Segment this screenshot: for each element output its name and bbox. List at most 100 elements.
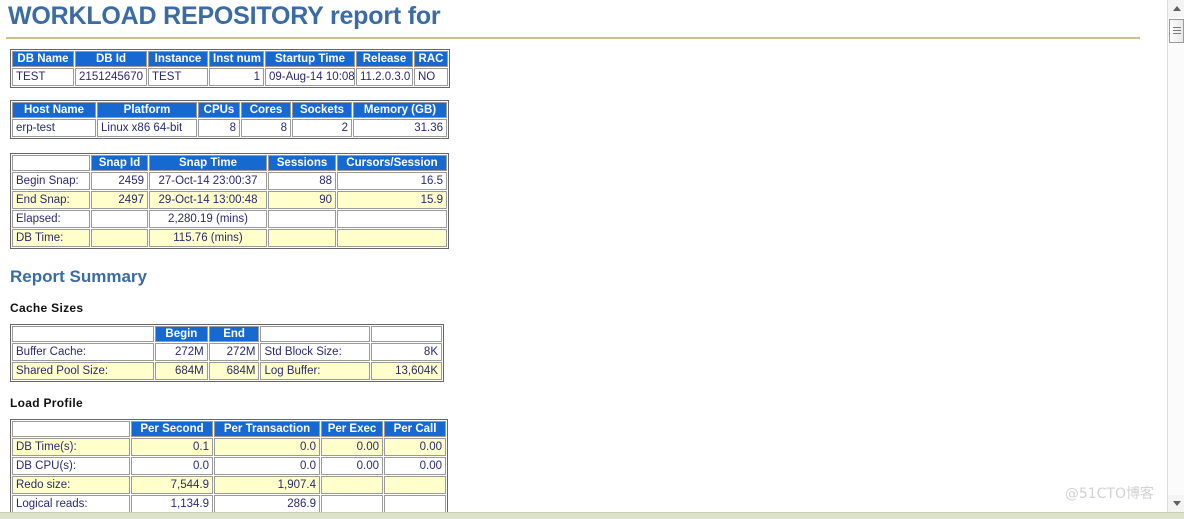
cell-inst-num: 1 bbox=[209, 68, 264, 86]
cell-startup-time: 09-Aug-14 10:08 bbox=[265, 68, 355, 86]
cell-redo-size-per-transaction: 1,907.4 bbox=[214, 476, 320, 494]
triangle-down-icon bbox=[1172, 501, 1181, 506]
table-row: DB Time(s): 0.1 0.0 0.00 0.00 bbox=[12, 438, 446, 456]
cell-db-times-label: DB Time(s): bbox=[12, 438, 130, 456]
col-platform: Platform bbox=[97, 102, 197, 118]
cell-end-cursors: 15.9 bbox=[337, 191, 447, 209]
cell-db-cpus-per-transaction: 0.0 bbox=[214, 457, 320, 475]
cell-shared-pool-label: Shared Pool Size: bbox=[12, 362, 154, 380]
cell-logical-reads-per-exec bbox=[321, 495, 383, 512]
cell-end-snap-label: End Snap: bbox=[12, 191, 90, 209]
col-release: Release bbox=[356, 51, 413, 67]
col-snap-time: Snap Time bbox=[149, 155, 267, 171]
table-header-row: Begin End bbox=[12, 326, 442, 342]
vertical-scrollbar[interactable] bbox=[1167, 0, 1184, 512]
cell-sockets: 2 bbox=[292, 119, 352, 137]
col-db-name: DB Name bbox=[12, 51, 74, 67]
load-profile-table: Per Second Per Transaction Per Exec Per … bbox=[10, 419, 448, 512]
table-row: DB CPU(s): 0.0 0.0 0.00 0.00 bbox=[12, 457, 446, 475]
col-per-transaction: Per Transaction bbox=[214, 421, 320, 437]
cell-db-times-per-transaction: 0.0 bbox=[214, 438, 320, 456]
table-row: Logical reads: 1,134.9 286.9 bbox=[12, 495, 446, 512]
cell-redo-size-label: Redo size: bbox=[12, 476, 130, 494]
cell-db-cpus-per-call: 0.00 bbox=[384, 457, 446, 475]
cell-elapsed-cursors bbox=[337, 210, 447, 228]
col-host-name: Host Name bbox=[12, 102, 96, 118]
cell-platform: Linux x86 64-bit bbox=[97, 119, 197, 137]
table-row: Elapsed: 2,280.19 (mins) bbox=[12, 210, 447, 228]
cell-log-buffer-label: Log Buffer: bbox=[260, 362, 370, 380]
cell-elapsed-label: Elapsed: bbox=[12, 210, 90, 228]
cell-buffer-cache-begin: 272M bbox=[155, 343, 208, 361]
cell-memory-gb: 31.36 bbox=[353, 119, 447, 137]
cache-sizes-table: Begin End Buffer Cache: 272M 272M Std Bl… bbox=[10, 324, 444, 382]
cell-end-snap-id: 2497 bbox=[91, 191, 148, 209]
cell-begin-snap-time: 27-Oct-14 23:00:37 bbox=[149, 172, 267, 190]
load-profile-heading: Load Profile bbox=[10, 396, 83, 410]
cell-rac: NO bbox=[414, 68, 448, 86]
scrollbar-track[interactable] bbox=[1168, 17, 1184, 495]
cache-sizes-heading: Cache Sizes bbox=[10, 301, 84, 315]
scroll-down-button[interactable] bbox=[1168, 495, 1184, 512]
cell-redo-size-per-second: 7,544.9 bbox=[131, 476, 213, 494]
col-inst-num: Inst num bbox=[209, 51, 264, 67]
cell-cpus: 8 bbox=[198, 119, 240, 137]
col-snap-id: Snap Id bbox=[91, 155, 148, 171]
col-cores: Cores bbox=[241, 102, 291, 118]
col-per-exec: Per Exec bbox=[321, 421, 383, 437]
cell-db-id: 2151245670 bbox=[75, 68, 147, 86]
col-cache-label bbox=[12, 326, 154, 342]
cell-host-name: erp-test bbox=[12, 119, 96, 137]
cell-end-snap-time: 29-Oct-14 13:00:48 bbox=[149, 191, 267, 209]
table-row: DB Time: 115.76 (mins) bbox=[12, 229, 447, 247]
cell-elapsed-sessions bbox=[268, 210, 336, 228]
cell-elapsed-snap-id bbox=[91, 210, 148, 228]
cell-db-times-per-second: 0.1 bbox=[131, 438, 213, 456]
col-sessions: Sessions bbox=[268, 155, 336, 171]
cell-shared-pool-begin: 684M bbox=[155, 362, 208, 380]
db-info-table: DB Name DB Id Instance Inst num Startup … bbox=[10, 49, 450, 88]
table-row: TEST 2151245670 TEST 1 09-Aug-14 10:08 1… bbox=[12, 68, 448, 86]
cell-db-cpus-per-exec: 0.00 bbox=[321, 457, 383, 475]
col-cpus: CPUs bbox=[198, 102, 240, 118]
cell-db-time-cursors bbox=[337, 229, 447, 247]
triangle-up-icon bbox=[1172, 6, 1181, 11]
report-viewport: WORKLOAD REPOSITORY report for DB Name D… bbox=[0, 0, 1160, 512]
cell-db-cpus-per-second: 0.0 bbox=[131, 457, 213, 475]
col-load-label bbox=[12, 421, 130, 437]
scroll-up-button[interactable] bbox=[1168, 0, 1184, 17]
table-row: erp-test Linux x86 64-bit 8 8 2 31.36 bbox=[12, 119, 447, 137]
cell-db-time-sessions bbox=[268, 229, 336, 247]
col-end: End bbox=[208, 326, 260, 342]
table-row: Begin Snap: 2459 27-Oct-14 23:00:37 88 1… bbox=[12, 172, 447, 190]
cell-db-time-label: DB Time: bbox=[12, 229, 90, 247]
col-per-call: Per Call bbox=[384, 421, 446, 437]
cell-log-buffer-value: 13,604K bbox=[370, 362, 442, 380]
scrollbar-thumb[interactable] bbox=[1169, 19, 1184, 43]
cell-redo-size-per-call bbox=[384, 476, 446, 494]
cell-cores: 8 bbox=[241, 119, 291, 137]
col-cursors-session: Cursors/Session bbox=[337, 155, 447, 171]
cell-db-time-value: 115.76 (mins) bbox=[149, 229, 267, 247]
cell-std-block-size-value: 8K bbox=[370, 343, 442, 361]
col-snap-label bbox=[12, 155, 90, 171]
col-startup-time: Startup Time bbox=[265, 51, 355, 67]
cell-logical-reads-per-call bbox=[384, 495, 446, 512]
cell-std-block-size-label: Std Block Size: bbox=[260, 343, 370, 361]
table-header-row: DB Name DB Id Instance Inst num Startup … bbox=[12, 51, 448, 67]
cell-begin-snap-id: 2459 bbox=[91, 172, 148, 190]
col-sockets: Sockets bbox=[292, 102, 352, 118]
cell-begin-snap-label: Begin Snap: bbox=[12, 172, 90, 190]
snapshot-info-table: Snap Id Snap Time Sessions Cursors/Sessi… bbox=[10, 153, 449, 249]
cell-db-times-per-call: 0.00 bbox=[384, 438, 446, 456]
table-header-row: Host Name Platform CPUs Cores Sockets Me… bbox=[12, 102, 447, 118]
cell-begin-sessions: 88 bbox=[268, 172, 336, 190]
col-db-id: DB Id bbox=[75, 51, 147, 67]
cell-elapsed-value: 2,280.19 (mins) bbox=[149, 210, 267, 228]
cell-begin-cursors: 16.5 bbox=[337, 172, 447, 190]
col-memory-gb: Memory (GB) bbox=[353, 102, 447, 118]
grip-icon bbox=[1172, 26, 1181, 36]
cell-instance: TEST bbox=[148, 68, 208, 86]
cell-logical-reads-per-transaction: 286.9 bbox=[214, 495, 320, 512]
table-row: Redo size: 7,544.9 1,907.4 bbox=[12, 476, 446, 494]
